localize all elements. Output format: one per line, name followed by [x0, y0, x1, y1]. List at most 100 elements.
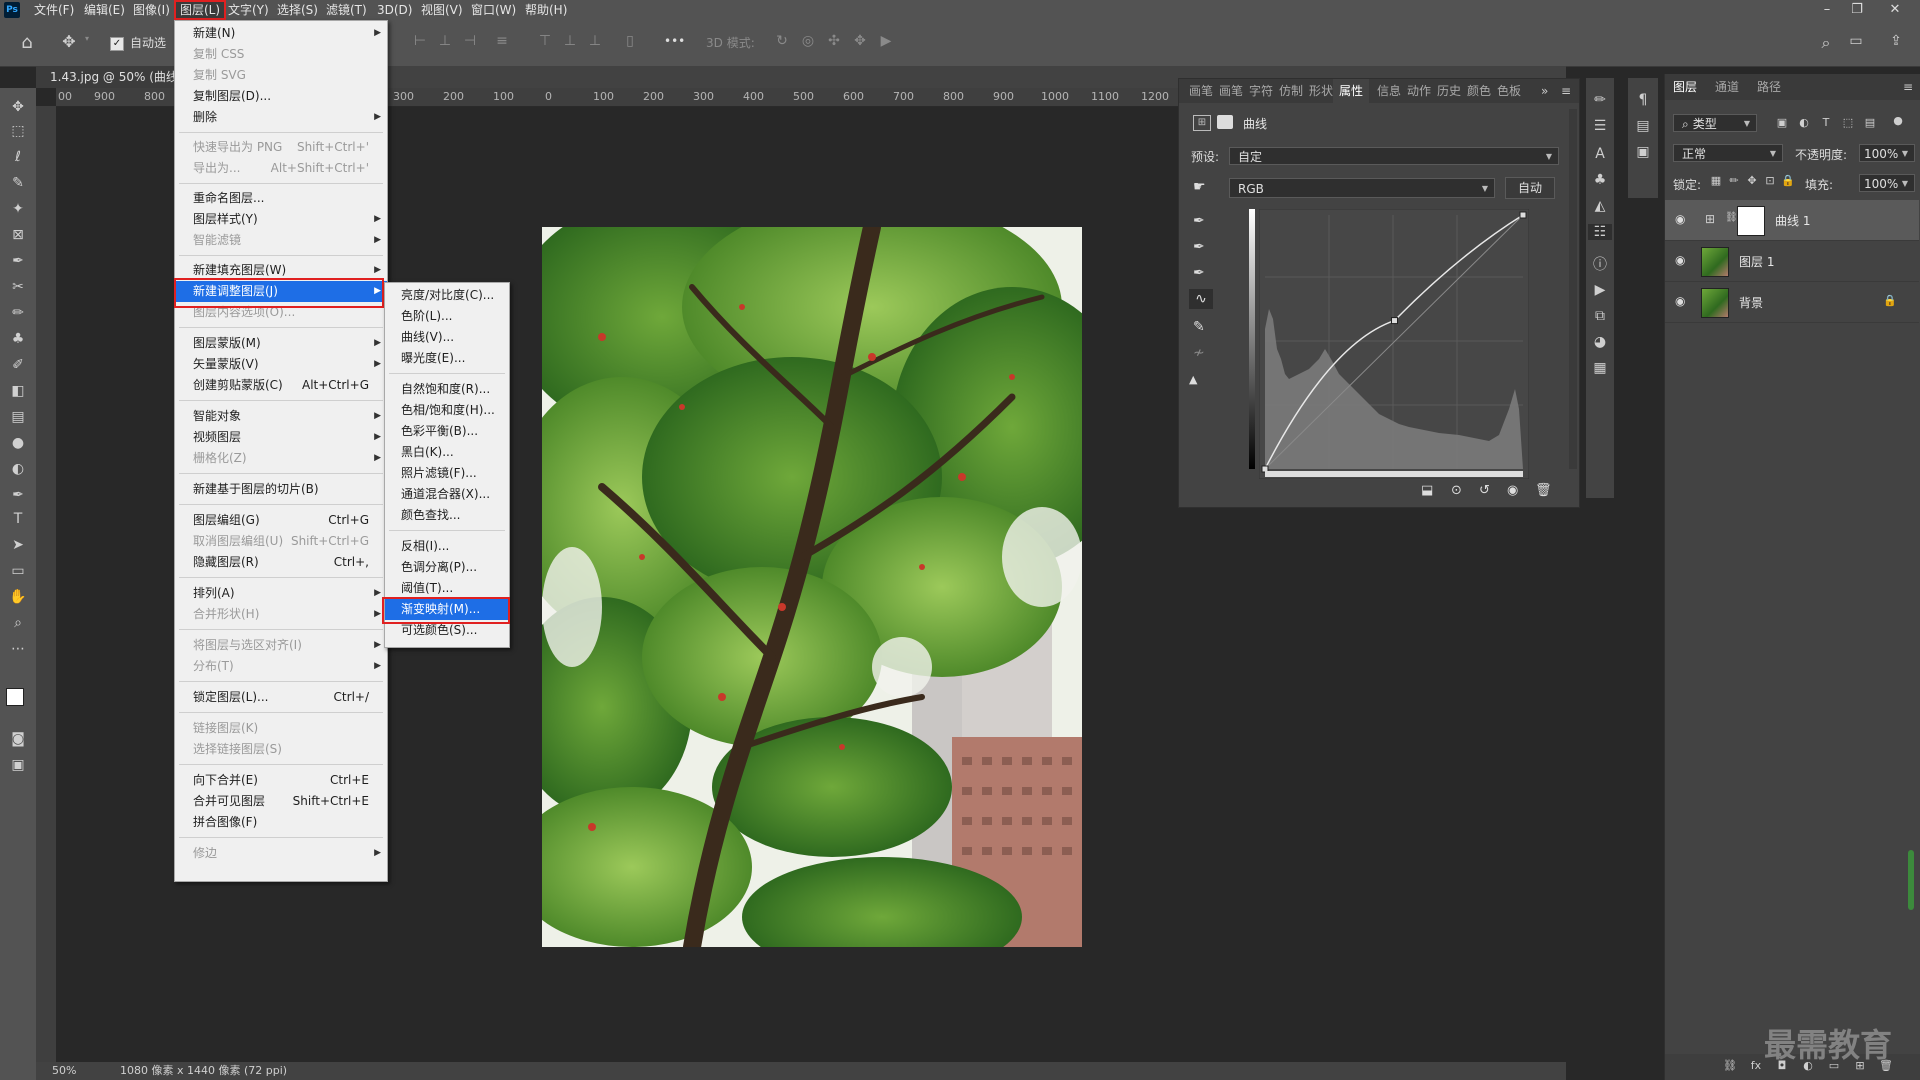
- notes-panel-icon[interactable]: ▣: [1633, 144, 1653, 160]
- blend-mode-dropdown[interactable]: 正常 ▼: [1673, 144, 1783, 162]
- menu-edit[interactable]: 编辑(E): [80, 2, 129, 18]
- submenu-item-threshold[interactable]: 阈值(T)...: [385, 578, 509, 599]
- pen-tool-icon[interactable]: ✒: [6, 484, 30, 506]
- submenu-item-levels[interactable]: 色阶(L)...: [385, 306, 509, 327]
- zoom-level[interactable]: 50%: [52, 1062, 76, 1080]
- menu-item-group-layers[interactable]: 图层编组(G) Ctrl+G: [175, 510, 387, 531]
- tab-channels[interactable]: 通道: [1715, 74, 1739, 100]
- color-panel-icon[interactable]: ◕: [1590, 334, 1610, 350]
- 3d-camera-icon[interactable]: ▶: [876, 33, 896, 49]
- lock-artboard-icon[interactable]: ⊡: [1763, 174, 1777, 187]
- menu-file[interactable]: 文件(F): [30, 2, 78, 18]
- align-bottom-icon[interactable]: ⊥: [585, 33, 605, 49]
- opacity-field[interactable]: 100% ▼: [1859, 144, 1915, 162]
- menu-item-delete[interactable]: 删除 ▶: [175, 107, 387, 128]
- home-icon[interactable]: ⌂: [16, 32, 38, 54]
- share-icon[interactable]: ⇪: [1886, 33, 1906, 49]
- menu-item-create-clipping-mask[interactable]: 创建剪贴蒙版(C) Alt+Ctrl+G: [175, 375, 387, 396]
- black-point-eyedropper-icon[interactable]: ✒: [1193, 213, 1205, 229]
- shapes-panel-icon[interactable]: ◭: [1590, 198, 1610, 214]
- lock-pixels-icon[interactable]: ✏: [1727, 174, 1741, 187]
- menu-item-merge-down[interactable]: 向下合并(E) Ctrl+E: [175, 770, 387, 791]
- menu-item-align-to-selection[interactable]: 将图层与选区对齐(I) ▶: [175, 635, 387, 656]
- curve-control-point[interactable]: [1391, 317, 1399, 325]
- zoom-tool-icon[interactable]: ⌕: [6, 612, 30, 634]
- filter-pixel-icon[interactable]: ▣: [1775, 116, 1789, 129]
- white-point-eyedropper-icon[interactable]: ✒: [1193, 265, 1205, 281]
- lasso-tool-icon[interactable]: ℓ: [6, 146, 30, 168]
- glyphs-panel-icon[interactable]: ▤: [1633, 118, 1653, 134]
- tab-color[interactable]: 颜色: [1467, 79, 1491, 103]
- menu-item-link-layers[interactable]: 链接图层(K): [175, 718, 387, 739]
- magic-wand-icon[interactable]: ✦: [6, 198, 30, 220]
- 3d-roll-icon[interactable]: ◎: [798, 33, 818, 49]
- menu-image[interactable]: 图像(I): [129, 2, 174, 18]
- tab-info[interactable]: 信息: [1377, 79, 1401, 103]
- layer-thumbnail[interactable]: [1701, 247, 1729, 277]
- filter-smart-object-icon[interactable]: ▤: [1863, 116, 1877, 129]
- character-panel-icon[interactable]: A: [1590, 146, 1610, 162]
- tab-brush[interactable]: 画笔: [1189, 79, 1213, 103]
- align-top-icon[interactable]: ⊤: [535, 33, 555, 49]
- submenu-item-exposure[interactable]: 曝光度(E)...: [385, 348, 509, 369]
- move-tool-icon[interactable]: ✥: [6, 96, 30, 118]
- type-tool-icon[interactable]: T: [6, 508, 30, 530]
- foreground-color-swatch[interactable]: [6, 688, 24, 706]
- gradient-tool-icon[interactable]: ▤: [6, 406, 30, 428]
- menu-item-matting[interactable]: 修边 ▶: [175, 843, 387, 864]
- targeted-adjustment-hand-icon[interactable]: ☛: [1193, 179, 1206, 195]
- submenu-item-brightness-contrast[interactable]: 亮度/对比度(C)...: [385, 285, 509, 306]
- menu-item-new[interactable]: 新建(N) ▶: [175, 23, 387, 44]
- document-image[interactable]: [542, 227, 1082, 947]
- filter-adjustment-icon[interactable]: ◐: [1797, 116, 1811, 129]
- crop-tool-icon[interactable]: ✂: [6, 276, 30, 298]
- menu-item-lock-layers[interactable]: 锁定图层(L)... Ctrl+/: [175, 687, 387, 708]
- marquee-tool-icon[interactable]: ⬚: [6, 120, 30, 142]
- chevron-down-icon[interactable]: ▾: [82, 34, 92, 43]
- submenu-item-invert[interactable]: 反相(I)...: [385, 536, 509, 557]
- rectangle-tool-icon[interactable]: ▭: [6, 560, 30, 582]
- menu-item-arrange[interactable]: 排列(A) ▶: [175, 583, 387, 604]
- trash-icon[interactable]: 🗑: [1535, 483, 1552, 498]
- align-left-icon[interactable]: ⊢: [410, 33, 430, 49]
- hand-tool-icon[interactable]: ✋: [6, 586, 30, 608]
- menu-filter[interactable]: 滤镜(T): [322, 2, 371, 18]
- path-select-icon[interactable]: ➤: [6, 534, 30, 556]
- lock-all-icon[interactable]: 🔒: [1781, 174, 1795, 187]
- fx-icon[interactable]: fx: [1747, 1059, 1765, 1072]
- preset-dropdown[interactable]: 自定 ▼: [1229, 147, 1559, 165]
- distribute-vertical-icon[interactable]: ▯: [620, 33, 640, 49]
- 3d-slide-icon[interactable]: ✥: [850, 33, 870, 49]
- side-scroll-indicator[interactable]: [1908, 850, 1914, 910]
- menu-item-rename-layer[interactable]: 重命名图层...: [175, 188, 387, 209]
- visibility-eye-icon[interactable]: ◉: [1675, 212, 1685, 226]
- curves-graph[interactable]: [1259, 209, 1529, 479]
- submenu-item-color-lookup[interactable]: 颜色查找...: [385, 505, 509, 526]
- panel-menu-icon[interactable]: ≡: [1561, 79, 1571, 103]
- visibility-eye-icon[interactable]: ◉: [1507, 483, 1518, 498]
- properties-scrollbar[interactable]: [1569, 109, 1577, 469]
- submenu-item-hue-saturation[interactable]: 色相/饱和度(H)...: [385, 400, 509, 421]
- history-brush-icon[interactable]: ✐: [6, 354, 30, 376]
- dodge-tool-icon[interactable]: ◐: [6, 458, 30, 480]
- menu-window[interactable]: 窗口(W): [467, 2, 520, 18]
- view-previous-state-icon[interactable]: ⊙: [1451, 483, 1462, 498]
- workspace-icon[interactable]: ▭: [1846, 33, 1866, 49]
- menu-item-new-layer-based-slice[interactable]: 新建基于图层的切片(B): [175, 479, 387, 500]
- layer-name[interactable]: 曲线 1: [1775, 212, 1810, 229]
- menu-item-merge-visible[interactable]: 合并可见图层 Shift+Ctrl+E: [175, 791, 387, 812]
- history-panel-icon[interactable]: ⧉: [1590, 308, 1610, 324]
- tab-brush-settings[interactable]: 画笔: [1219, 79, 1243, 103]
- adjustments-panel-icon[interactable]: ☰: [1590, 118, 1610, 134]
- tab-paths[interactable]: 路径: [1757, 74, 1781, 100]
- submenu-item-selective-color[interactable]: 可选颜色(S)...: [385, 620, 509, 641]
- panel-menu-icon[interactable]: ≡: [1903, 74, 1913, 100]
- clipping-warning-icon[interactable]: ▲: [1189, 373, 1197, 386]
- channel-dropdown[interactable]: RGB ▼: [1229, 178, 1495, 198]
- brush-tool-icon[interactable]: ✏: [6, 302, 30, 324]
- smooth-curve-icon[interactable]: ≁: [1193, 345, 1205, 361]
- minimize-button[interactable]: –: [1812, 0, 1842, 20]
- menu-item-copy-svg[interactable]: 复制 SVG: [175, 65, 387, 86]
- blur-tool-icon[interactable]: ●: [6, 432, 30, 454]
- tab-shapes[interactable]: 形状: [1309, 79, 1333, 103]
